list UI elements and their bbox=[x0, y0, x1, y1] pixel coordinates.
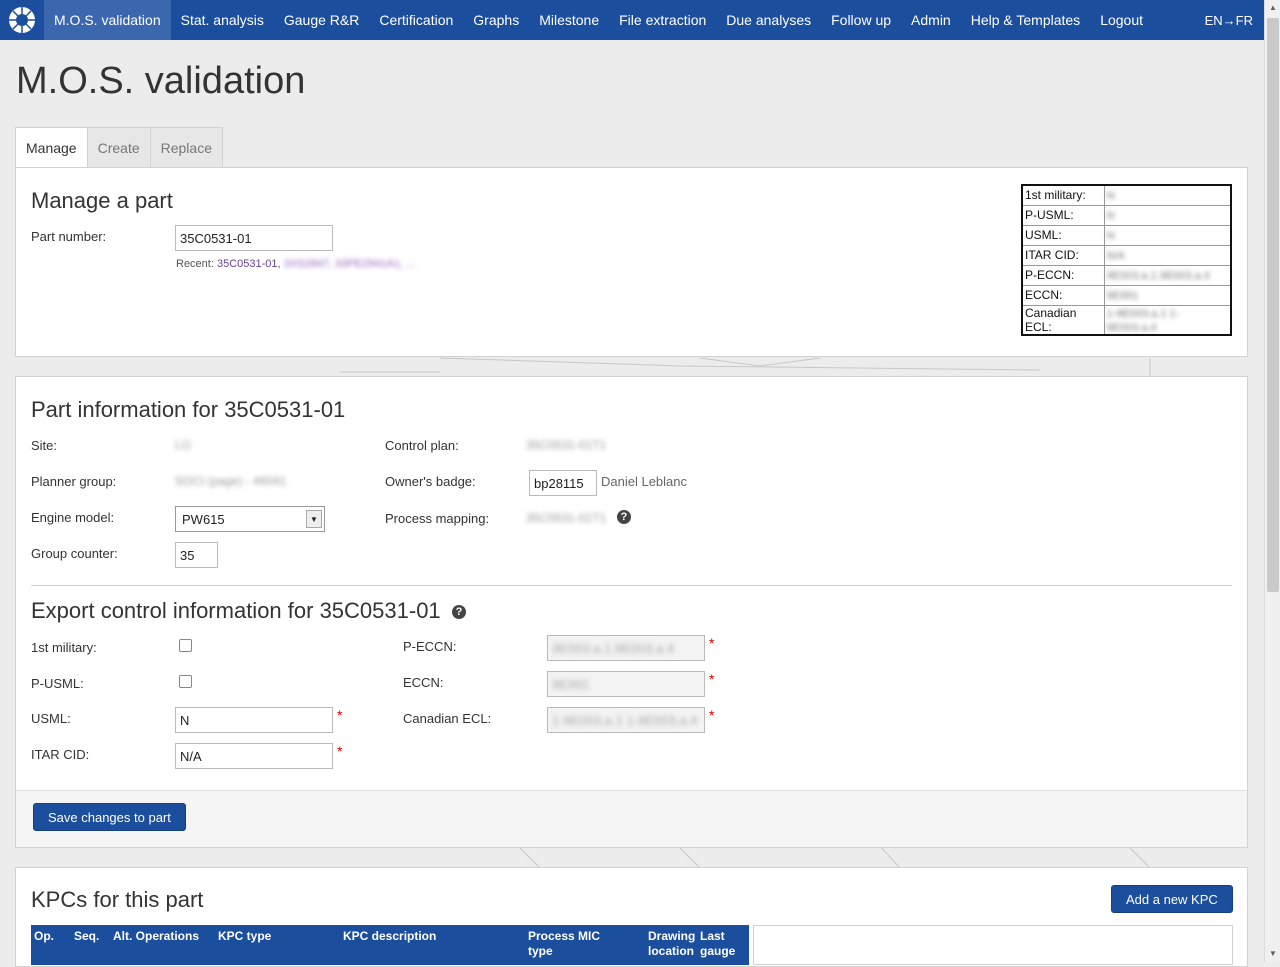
tab-manage[interactable]: Manage bbox=[15, 127, 88, 168]
summary-row: ECCN: 9E991 bbox=[1021, 284, 1232, 306]
col-last-gauge[interactable]: Last gauge bbox=[700, 929, 740, 959]
engine-model-select[interactable]: PW615 ▼ bbox=[175, 506, 325, 532]
peccn-label: P-ECCN: bbox=[403, 639, 457, 654]
required-marker: * bbox=[709, 671, 715, 687]
first-military-checkbox[interactable] bbox=[179, 639, 192, 652]
col-op[interactable]: Op. bbox=[34, 929, 54, 944]
page-title: M.O.S. validation bbox=[16, 60, 306, 102]
eccn-label: ECCN: bbox=[403, 675, 444, 690]
required-marker: * bbox=[709, 707, 715, 723]
usml-input[interactable] bbox=[175, 707, 333, 733]
process-mapping-label: Process mapping: bbox=[385, 511, 490, 526]
vertical-scrollbar[interactable]: ▲ ▼ bbox=[1264, 0, 1280, 962]
export-summary-table: 1st military: N P-USML: N USML: N ITAR CID:… bbox=[1021, 184, 1232, 336]
owner-name: Daniel Leblanc bbox=[601, 474, 688, 489]
summary-row: ITAR CID: N/A bbox=[1021, 244, 1232, 266]
group-counter-label: Group counter: bbox=[31, 546, 118, 561]
summary-row: USML: N bbox=[1021, 224, 1232, 246]
summary-row: 1st military: N bbox=[1021, 184, 1232, 206]
peccn-input[interactable]: 9E003.a.1.9E003.a.4 bbox=[547, 635, 705, 661]
nav-stat-analysis[interactable]: Stat. analysis bbox=[171, 0, 274, 40]
nav-certification[interactable]: Certification bbox=[369, 0, 463, 40]
nav-admin[interactable]: Admin bbox=[901, 0, 961, 40]
part-number-input[interactable] bbox=[175, 225, 333, 251]
part-info-panel: Part information for 35C0531-01 Site: LO… bbox=[15, 376, 1248, 848]
kpc-table-header: Op. Seq. Alt. Operations KPC type KPC de… bbox=[31, 925, 749, 965]
recent-part-link-blurred[interactable]: 3XS2847, 33PE2941A1, ... bbox=[284, 258, 416, 270]
col-mic[interactable]: MIC bbox=[578, 929, 600, 944]
usml-label: USML: bbox=[31, 711, 71, 726]
planner-group-label: Planner group: bbox=[31, 474, 117, 489]
col-process-type[interactable]: Process type bbox=[528, 929, 575, 959]
summary-row: P-USML: N bbox=[1021, 204, 1232, 226]
nav-file-extraction[interactable]: File extraction bbox=[609, 0, 716, 40]
first-military-label: 1st military: bbox=[31, 640, 97, 655]
nav-follow-up[interactable]: Follow up bbox=[821, 0, 901, 40]
nav-gauge-rr[interactable]: Gauge R&R bbox=[274, 0, 369, 40]
recent-parts: Recent: 35C0531-01, 3XS2847, 33PE2941A1,… bbox=[176, 258, 416, 270]
col-drawing-location[interactable]: Drawing location bbox=[648, 929, 698, 959]
group-counter-input[interactable] bbox=[175, 542, 218, 568]
nav-milestone[interactable]: Milestone bbox=[529, 0, 609, 40]
owner-badge-input[interactable] bbox=[529, 470, 597, 496]
manage-panel: Manage a part Part number: Recent: 35C05… bbox=[15, 167, 1248, 357]
nav-help-templates[interactable]: Help & Templates bbox=[961, 0, 1090, 40]
recent-part-link[interactable]: 35C0531-01 bbox=[217, 258, 278, 270]
add-kpc-button[interactable]: Add a new KPC bbox=[1111, 885, 1233, 913]
required-marker: * bbox=[337, 743, 343, 759]
pusml-checkbox[interactable] bbox=[179, 675, 192, 688]
tab-bar: Manage Create Replace bbox=[15, 127, 223, 168]
nav-mos-validation[interactable]: M.O.S. validation bbox=[44, 0, 171, 40]
required-marker: * bbox=[709, 635, 715, 651]
col-kpc-type[interactable]: KPC type bbox=[218, 929, 271, 944]
site-value: LO bbox=[175, 438, 192, 452]
summary-row: Canadian ECL: 1-9E003.a.1 1-9E003.a.4 bbox=[1021, 304, 1232, 335]
canadian-ecl-label: Canadian ECL: bbox=[403, 711, 492, 726]
required-marker: * bbox=[337, 707, 343, 723]
help-icon[interactable]: ? bbox=[617, 510, 631, 524]
control-plan-value: 35C0531-01T1 bbox=[526, 438, 607, 452]
pusml-label: P-USML: bbox=[31, 676, 84, 691]
chevron-down-icon[interactable]: ▼ bbox=[306, 510, 322, 528]
language-toggle[interactable]: EN→FR bbox=[1205, 0, 1253, 40]
tab-create[interactable]: Create bbox=[87, 127, 151, 168]
top-navigation: M.O.S. validation Stat. analysis Gauge R… bbox=[0, 0, 1264, 40]
company-logo[interactable] bbox=[0, 0, 44, 40]
summary-row: P-ECCN: 9E003.a.1.9E003.a.4 bbox=[1021, 264, 1232, 286]
part-info-title: Part information for 35C0531-01 bbox=[31, 397, 346, 422]
owner-badge-label: Owner's badge: bbox=[385, 474, 476, 489]
itar-cid-input[interactable] bbox=[175, 743, 333, 769]
panel-footer: Save changes to part bbox=[16, 790, 1247, 847]
control-plan-label: Control plan: bbox=[385, 438, 459, 453]
section-divider bbox=[31, 585, 1232, 586]
itar-cid-label: ITAR CID: bbox=[31, 747, 90, 762]
planner-group-value: SOCI (page) - 46041 bbox=[175, 474, 287, 488]
nav-due-analyses[interactable]: Due analyses bbox=[716, 0, 821, 40]
col-seq[interactable]: Seq. bbox=[74, 929, 99, 944]
site-label: Site: bbox=[31, 438, 58, 453]
scroll-down-arrow-icon[interactable]: ▼ bbox=[1265, 946, 1280, 962]
part-number-label: Part number: bbox=[31, 229, 107, 244]
export-control-title: Export control information for 35C0531-0… bbox=[31, 598, 441, 623]
engine-model-label: Engine model: bbox=[31, 510, 115, 525]
process-mapping-value: 35C0531-01T1 bbox=[526, 511, 607, 525]
eccn-input[interactable]: 9E991 bbox=[547, 671, 705, 697]
nav-graphs[interactable]: Graphs bbox=[463, 0, 529, 40]
scroll-thumb[interactable] bbox=[1267, 18, 1279, 592]
col-kpc-description[interactable]: KPC description bbox=[343, 929, 436, 944]
canadian-ecl-input[interactable]: 1-9E003.a.1 1-9E003.a.4 bbox=[547, 707, 705, 733]
kpc-detail-box bbox=[753, 925, 1233, 965]
scroll-up-arrow-icon[interactable]: ▲ bbox=[1265, 0, 1280, 16]
nav-logout[interactable]: Logout bbox=[1090, 0, 1153, 40]
kpc-panel: KPCs for this part Add a new KPC Op. Seq… bbox=[15, 867, 1248, 967]
kpc-title: KPCs for this part bbox=[31, 887, 204, 912]
manage-title: Manage a part bbox=[31, 188, 173, 213]
save-changes-button[interactable]: Save changes to part bbox=[33, 803, 186, 831]
col-alt-operations[interactable]: Alt. Operations bbox=[113, 929, 199, 944]
tab-replace[interactable]: Replace bbox=[150, 127, 223, 168]
help-icon[interactable]: ? bbox=[452, 605, 466, 619]
